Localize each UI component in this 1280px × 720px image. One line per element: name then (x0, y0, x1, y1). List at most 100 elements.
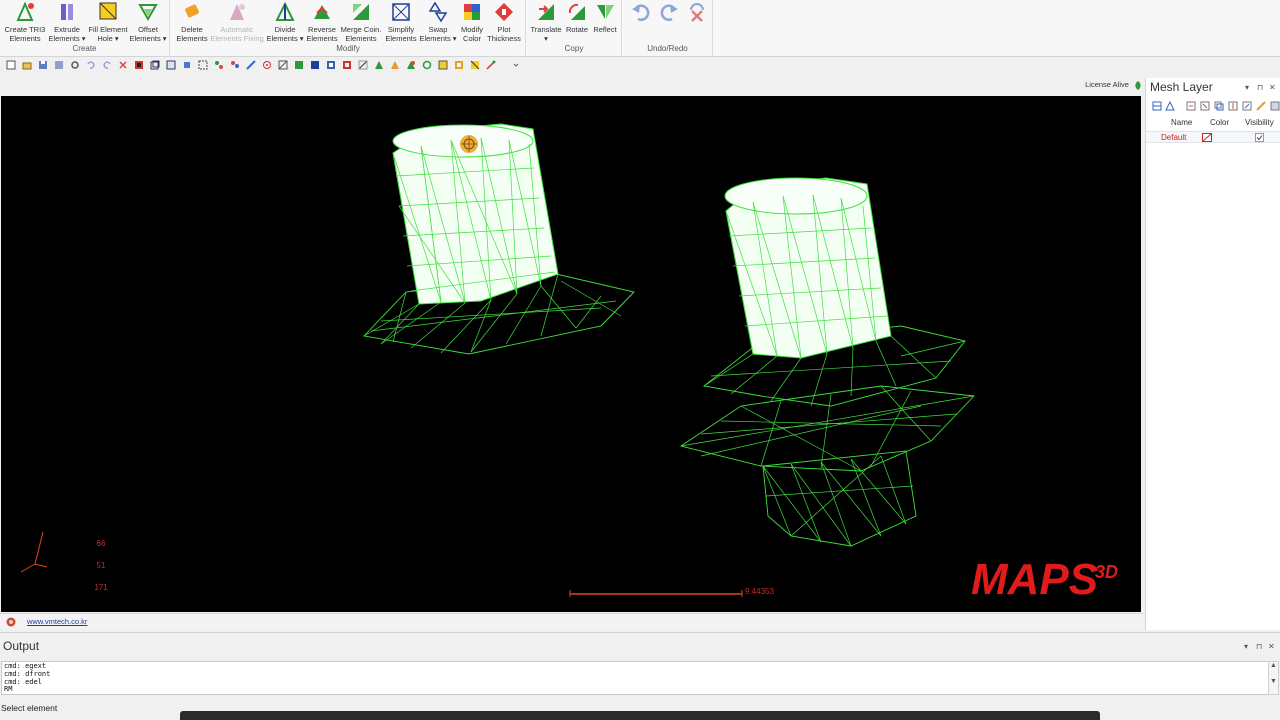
measure-icon[interactable] (358, 60, 368, 70)
group-label-undo-redo: Undo/Redo (647, 44, 688, 53)
select-nodes-icon[interactable] (214, 60, 224, 70)
output-close-icon[interactable]: ✕ (1268, 642, 1275, 651)
maps3d-logo-superscript: 3D (1095, 562, 1118, 582)
layer-merge-icon[interactable] (1228, 101, 1238, 111)
panel-close-icon[interactable]: ✕ (1269, 83, 1276, 92)
divide-elements-button[interactable]: Divide Elements ▾ (265, 0, 305, 46)
output-dropdown-icon[interactable]: ▾ (1244, 642, 1248, 651)
merge-coincident-elements-button[interactable]: Merge Coin. Elements (339, 0, 383, 46)
panel-pin-icon[interactable]: ⊓ (1257, 83, 1263, 92)
quick-redo-icon[interactable] (102, 60, 112, 70)
visibility-checkbox[interactable] (1255, 133, 1264, 142)
free-edge-icon[interactable] (438, 60, 448, 70)
3d-viewport[interactable]: 66 51 171 9.44353 MAPS 3D (1, 96, 1141, 612)
layer-copy-icon[interactable] (1214, 101, 1224, 111)
website-link[interactable]: www.vmtech.co.kr (27, 617, 87, 626)
web-icon (6, 617, 16, 627)
output-pin-icon[interactable]: ⊓ (1256, 642, 1262, 651)
reflect-button[interactable]: Reflect (590, 0, 620, 46)
translate-button[interactable]: Translate ▾ (528, 0, 564, 46)
group-icon[interactable] (342, 60, 352, 70)
delete-icon[interactable] (118, 60, 128, 70)
grid-view-icon[interactable] (134, 60, 144, 70)
simplify-icon (392, 3, 410, 21)
create-tri3-button[interactable]: Create TRI3 Elements (2, 0, 48, 46)
check-mesh-icon[interactable] (422, 60, 432, 70)
column-color: Color (1210, 118, 1230, 127)
layer-grid-icon[interactable] (1152, 101, 1162, 111)
node-color-icon[interactable] (230, 60, 240, 70)
fill-hole-icon (99, 2, 117, 20)
shell-icon[interactable] (454, 60, 464, 70)
extrude-elements-button[interactable]: Extrude Elements ▾ (48, 0, 86, 46)
layer-row[interactable]: Default (1146, 131, 1280, 143)
column-name: Name (1171, 118, 1193, 127)
modify-color-button[interactable]: Modify Color (455, 0, 489, 46)
mesh-edit-icon[interactable] (278, 60, 288, 70)
automatic-elements-fixing-button[interactable]: Automatic Elements Fixing (210, 0, 264, 46)
quick-undo-icon[interactable] (86, 60, 96, 70)
element-select-icon[interactable] (294, 60, 304, 70)
layer-settings-icon[interactable] (1270, 101, 1280, 111)
auto-fix-icon (230, 4, 245, 20)
layer-add-icon[interactable] (1186, 101, 1196, 111)
status-message: Select element (1, 703, 58, 713)
group-label-create: Create (72, 44, 97, 53)
box-view-icon[interactable] (166, 60, 176, 70)
cancel-undo-icon[interactable] (686, 2, 708, 22)
cube-view-icon[interactable] (150, 60, 160, 70)
layer-color-swatch[interactable] (1202, 133, 1212, 142)
pen-icon[interactable] (246, 60, 256, 70)
wand-icon[interactable] (486, 60, 496, 70)
taskbar-edge (180, 711, 1100, 720)
fit-view-icon[interactable] (198, 60, 208, 70)
plot-thickness-button[interactable]: Plot Thickness (485, 0, 523, 46)
merge-icon (353, 4, 369, 20)
layer-move-icon[interactable] (1242, 101, 1252, 111)
mesh-part-right[interactable] (679, 177, 975, 547)
layer-icon[interactable] (326, 60, 336, 70)
reverse-elements-button[interactable]: Reverse Elements (303, 0, 341, 46)
toolbar-overflow-icon[interactable] (512, 60, 520, 70)
scroll-down-icon[interactable]: ▼ (1269, 678, 1278, 685)
mesh-canvas[interactable]: 66 51 171 9.44353 MAPS 3D (1, 96, 1141, 612)
paint-icon[interactable] (390, 60, 400, 70)
fill-icon[interactable] (470, 60, 480, 70)
column-visibility: Visibility (1245, 118, 1274, 127)
face-select-icon[interactable] (310, 60, 320, 70)
output-scrollbar[interactable]: ▲ ▼ (1268, 661, 1279, 695)
output-log[interactable]: cmd: egext cmd: dfront cmd: edel RM (1, 661, 1269, 695)
output-panel: Output ▾ ⊓ ✕ cmd: egext cmd: dfront cmd:… (0, 632, 1280, 698)
open-folder-icon[interactable] (22, 60, 32, 70)
axis-triad-icon (20, 531, 48, 573)
panel-dropdown-icon[interactable]: ▾ (1245, 83, 1249, 92)
cursor-crosshair-icon (460, 135, 478, 153)
iso-view-icon[interactable] (182, 60, 192, 70)
new-file-icon[interactable] (6, 60, 16, 70)
license-status: License Alive (1040, 80, 1142, 90)
rotate-button[interactable]: Rotate (563, 0, 591, 46)
axis-number-3: 171 (94, 583, 108, 592)
offset-elements-button[interactable]: Offset Elements ▾ (128, 0, 168, 46)
settings-icon[interactable] (70, 60, 80, 70)
save-as-icon[interactable] (54, 60, 64, 70)
simplify-elements-button[interactable]: Simplify Elements (381, 0, 421, 46)
target-icon[interactable] (262, 60, 272, 70)
save-icon[interactable] (38, 60, 48, 70)
swap-elements-button[interactable]: Swap Elements ▾ (419, 0, 457, 46)
layer-name: Default (1161, 133, 1187, 142)
mesh-quality-icon[interactable] (406, 60, 416, 70)
layer-edit-icon[interactable] (1256, 101, 1266, 111)
scroll-up-icon[interactable]: ▲ (1269, 662, 1278, 669)
axis-number-1: 66 (97, 539, 106, 548)
undo-icon[interactable] (630, 2, 652, 22)
layer-triangle-icon[interactable] (1165, 101, 1175, 111)
delete-elements-button[interactable]: Delete Elements (174, 0, 210, 46)
viewport-status-strip: www.vmtech.co.kr (0, 613, 1143, 629)
triangle-icon[interactable] (374, 60, 384, 70)
mesh-part-left[interactable] (363, 123, 635, 355)
layer-remove-icon[interactable] (1200, 101, 1210, 111)
redo-icon[interactable] (658, 2, 680, 22)
fill-element-hole-button[interactable]: Fill Element Hole ▾ (86, 0, 130, 46)
mesh-layer-toolbar (1152, 101, 1280, 113)
